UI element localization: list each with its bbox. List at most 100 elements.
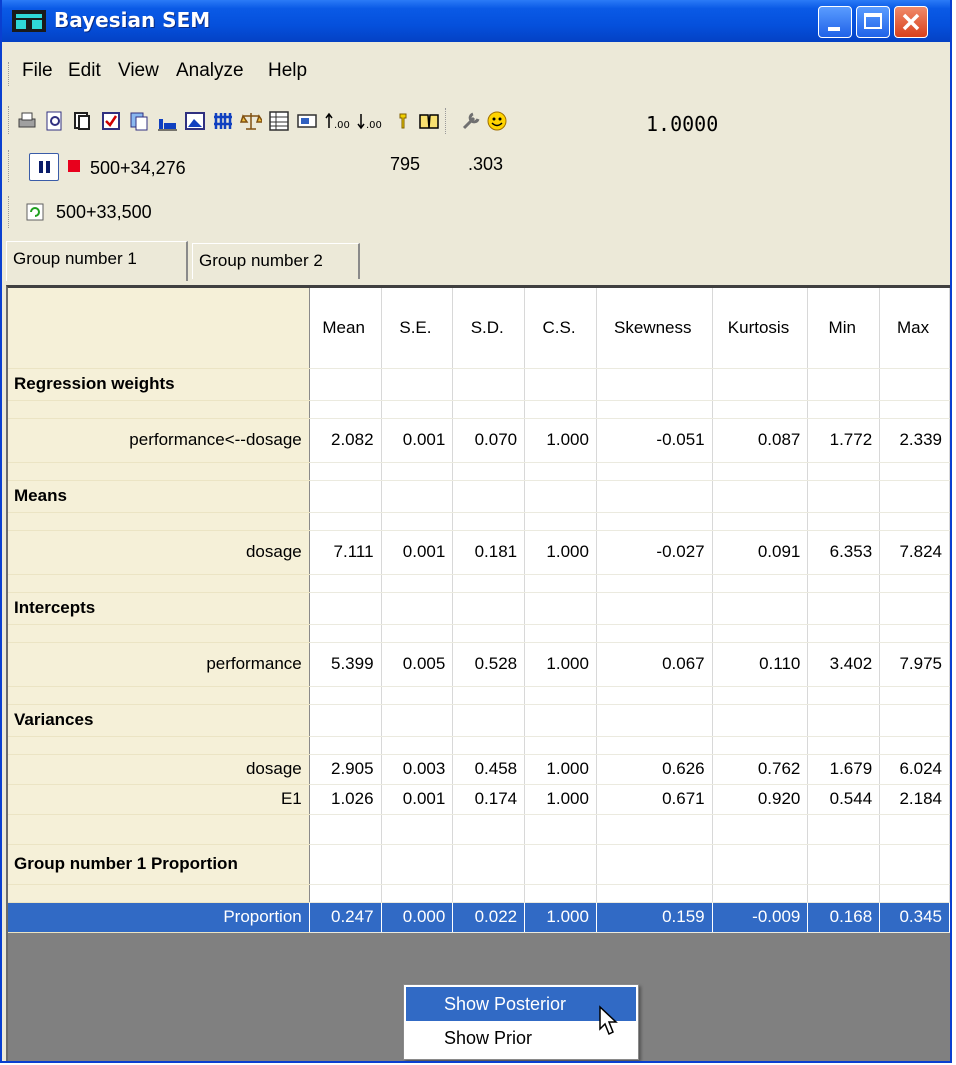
cell-mean[interactable]: 0.247	[309, 902, 382, 933]
cell-cs[interactable]: 1.000	[524, 530, 597, 575]
cell-mean[interactable]: 7.111	[309, 530, 382, 575]
cell-sd[interactable]: 0.528	[452, 642, 526, 687]
stop-icon[interactable]	[68, 160, 80, 172]
cell-max[interactable]: 0.345	[879, 902, 950, 933]
cell-kurtosis[interactable]: 0.091	[712, 530, 809, 575]
cell-min[interactable]: 0.168	[807, 902, 881, 933]
cell-se[interactable]: 0.000	[381, 902, 454, 933]
cell-max[interactable]: 7.824	[879, 530, 950, 575]
col-header[interactable]: Mean	[309, 288, 382, 369]
cell-min[interactable]: 3.402	[807, 642, 881, 687]
cell-max[interactable]: 6.024	[879, 754, 950, 785]
col-header[interactable]: Max	[879, 288, 950, 369]
cell-skewness[interactable]: -0.027	[596, 530, 713, 575]
table-row-selected[interactable]: Proportion 0.247 0.000 0.022 1.000 0.159…	[8, 902, 950, 933]
row-label[interactable]: Proportion	[8, 902, 310, 933]
refresh-icon[interactable]	[26, 203, 44, 221]
cell-se[interactable]: 0.003	[381, 754, 454, 785]
row-label[interactable]: dosage	[8, 754, 310, 785]
minimize-button[interactable]	[818, 6, 852, 38]
menu-analyze[interactable]: Analyze	[176, 60, 244, 82]
cell-mean[interactable]: 2.905	[309, 754, 382, 785]
cell-mean[interactable]: 1.026	[309, 784, 382, 815]
col-header[interactable]: S.D.	[452, 288, 526, 369]
book-icon[interactable]	[418, 110, 440, 132]
cell-mean[interactable]: 5.399	[309, 642, 382, 687]
cell-sd[interactable]: 0.181	[452, 530, 526, 575]
col-header[interactable]: Kurtosis	[712, 288, 809, 369]
table-row[interactable]: performance 5.399 0.005 0.528 1.000 0.06…	[8, 642, 950, 687]
cell-se[interactable]: 0.005	[381, 642, 454, 687]
cell-cs[interactable]: 1.000	[524, 418, 597, 463]
cell-max[interactable]: 2.184	[879, 784, 950, 815]
decrease-decimals-icon[interactable]: .00	[356, 110, 384, 132]
cell-sd[interactable]: 0.458	[452, 754, 526, 785]
tab-group-2[interactable]: Group number 2	[192, 243, 360, 279]
cell-min[interactable]: 1.772	[807, 418, 881, 463]
image-icon[interactable]	[184, 110, 206, 132]
tab-group-1[interactable]: Group number 1	[6, 241, 188, 281]
table-icon[interactable]	[268, 110, 290, 132]
col-header[interactable]: Min	[807, 288, 881, 369]
table-row[interactable]: E1 1.026 0.001 0.174 1.000 0.671 0.920 0…	[8, 784, 950, 815]
close-button[interactable]	[894, 6, 928, 38]
table-row[interactable]: dosage 2.905 0.003 0.458 1.000 0.626 0.7…	[8, 754, 950, 785]
cell-min[interactable]: 6.353	[807, 530, 881, 575]
cell-sd[interactable]: 0.070	[452, 418, 526, 463]
cell-cs[interactable]: 1.000	[524, 642, 597, 687]
table-row[interactable]: dosage 7.111 0.001 0.181 1.000 -0.027 0.…	[8, 530, 950, 575]
cell-min[interactable]: 0.544	[807, 784, 881, 815]
print-icon[interactable]	[16, 110, 38, 132]
cell-max[interactable]: 2.339	[879, 418, 950, 463]
row-label[interactable]: dosage	[8, 530, 310, 575]
options-icon[interactable]	[296, 110, 318, 132]
col-header[interactable]: C.S.	[524, 288, 597, 369]
cell-skewness[interactable]: -0.051	[596, 418, 713, 463]
row-label[interactable]: E1	[8, 784, 310, 815]
cell-cs[interactable]: 1.000	[524, 754, 597, 785]
cell-kurtosis[interactable]: 0.110	[712, 642, 809, 687]
cell-kurtosis[interactable]: 0.920	[712, 784, 809, 815]
col-header[interactable]: Skewness	[596, 288, 713, 369]
wrench-icon[interactable]	[460, 110, 482, 132]
cell-skewness[interactable]: 0.159	[596, 902, 713, 933]
menu-file[interactable]: File	[22, 60, 53, 82]
cell-se[interactable]: 0.001	[381, 784, 454, 815]
menu-view[interactable]: View	[118, 60, 159, 82]
cell-sd[interactable]: 0.174	[452, 784, 526, 815]
status2-grip[interactable]	[8, 196, 12, 228]
cell-sd[interactable]: 0.022	[452, 902, 526, 933]
bar-chart-icon[interactable]	[156, 110, 178, 132]
cell-max[interactable]: 7.975	[879, 642, 950, 687]
cell-mean[interactable]: 2.082	[309, 418, 382, 463]
menu-help[interactable]: Help	[268, 60, 307, 82]
paste-icon[interactable]	[128, 110, 150, 132]
copy-icon[interactable]	[72, 110, 94, 132]
maximize-button[interactable]	[856, 6, 890, 38]
row-label[interactable]: performance	[8, 642, 310, 687]
cell-skewness[interactable]: 0.626	[596, 754, 713, 785]
columns-icon[interactable]	[212, 110, 234, 132]
status-grip[interactable]	[8, 150, 12, 182]
cell-cs[interactable]: 1.000	[524, 902, 597, 933]
increase-decimals-icon[interactable]: .00	[324, 110, 352, 132]
table-row[interactable]: performance<--dosage 2.082 0.001 0.070 1…	[8, 418, 950, 463]
row-label[interactable]: performance<--dosage	[8, 418, 310, 463]
balance-icon[interactable]	[240, 110, 262, 132]
menu-edit[interactable]: Edit	[68, 60, 101, 82]
cell-cs[interactable]: 1.000	[524, 784, 597, 815]
cell-skewness[interactable]: 0.671	[596, 784, 713, 815]
cell-skewness[interactable]: 0.067	[596, 642, 713, 687]
col-header[interactable]: S.E.	[381, 288, 454, 369]
light-icon[interactable]	[392, 110, 414, 132]
cell-kurtosis[interactable]: 0.762	[712, 754, 809, 785]
cell-min[interactable]: 1.679	[807, 754, 881, 785]
cell-se[interactable]: 0.001	[381, 418, 454, 463]
print-preview-icon[interactable]	[44, 110, 66, 132]
cell-kurtosis[interactable]: 0.087	[712, 418, 809, 463]
pause-button[interactable]	[29, 153, 59, 181]
cell-se[interactable]: 0.001	[381, 530, 454, 575]
cell-kurtosis[interactable]: -0.009	[712, 902, 809, 933]
title-bar[interactable]: Bayesian SEM	[2, 0, 950, 42]
checkbox-icon[interactable]	[100, 110, 122, 132]
